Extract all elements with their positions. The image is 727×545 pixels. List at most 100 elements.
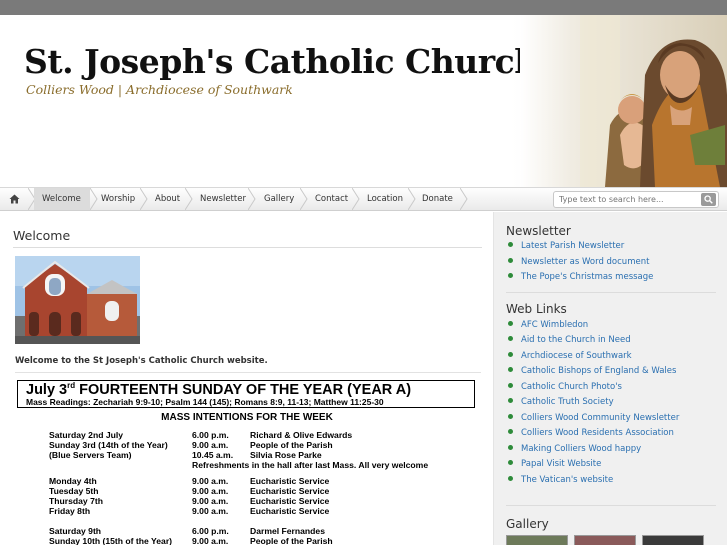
sidebar-link-label: The Vatican's website <box>521 475 614 485</box>
nav-separator-icon <box>248 188 256 210</box>
main-content: Welcome Welcome to the St Joseph's Catho… <box>13 222 482 545</box>
gallery-thumbnail[interactable] <box>642 535 704 545</box>
sidebar-link-label: Catholic Truth Society <box>521 397 614 407</box>
nav-welcome[interactable]: Welcome <box>34 188 90 210</box>
sidebar-link[interactable]: Colliers Wood Community Newsletter <box>508 413 679 423</box>
sidebar-link[interactable]: Newsletter as Word document <box>508 257 649 267</box>
bulletin-row-time: 9.00 a.m. <box>192 440 229 450</box>
bulletin-row-time: 9.00 a.m. <box>192 536 229 545</box>
bullet-icon <box>508 242 513 247</box>
bulletin-row-intention: Eucharistic Service <box>250 486 330 496</box>
sidebar-divider <box>506 292 716 293</box>
nav-about[interactable]: About <box>155 188 180 210</box>
bulletin-readings: Mass Readings: Zechariah 9:9-10; Psalm 1… <box>26 397 384 407</box>
bulletin-row-time: 9.00 a.m. <box>192 486 229 496</box>
bullet-icon <box>508 398 513 403</box>
bulletin-row-day: Saturday 2nd July <box>49 430 124 440</box>
bulletin-row-time: 10.45 a.m. <box>192 450 234 460</box>
bulletin-row-day: Thursday 7th <box>49 496 103 506</box>
bulletin-row-intention: Eucharistic Service <box>250 506 330 516</box>
sidebar-link-label: Colliers Wood Residents Association <box>521 428 674 438</box>
sidebar-link[interactable]: AFC Wimbledon <box>508 320 588 330</box>
page-title: Welcome <box>13 222 482 248</box>
nav-separator-icon <box>140 188 148 210</box>
church-photo[interactable] <box>15 256 140 344</box>
sidebar-link[interactable]: Papal Visit Website <box>508 459 601 469</box>
site-title[interactable]: St. Joseph's Catholic Church <box>24 42 538 81</box>
sidebar-link-label: Archdiocese of Southwark <box>521 351 632 361</box>
welcome-text: Welcome to the St Joseph's Catholic Chur… <box>15 356 268 366</box>
sidebar-link-label: Catholic Bishops of England & Wales <box>521 366 677 376</box>
bulletin-title-text: FOURTEENTH SUNDAY OF THE YEAR (YEAR A) <box>75 381 412 398</box>
bulletin-row-time: 9.00 a.m. <box>192 506 229 516</box>
sidebar-link[interactable]: Making Colliers Wood happy <box>508 444 641 454</box>
st-joseph-painting <box>520 15 727 187</box>
content-divider <box>15 372 481 373</box>
nav-worship[interactable]: Worship <box>101 188 135 210</box>
bullet-icon <box>508 273 513 278</box>
bullet-icon <box>508 429 513 434</box>
bullet-icon <box>508 445 513 450</box>
sidebar-link[interactable]: Colliers Wood Residents Association <box>508 428 674 438</box>
home-icon[interactable] <box>0 188 28 210</box>
nav-newsletter[interactable]: Newsletter <box>200 188 246 210</box>
bulletin-title-date: July 3 <box>26 381 68 398</box>
sidebar-link-label: Aid to the Church in Need <box>521 335 631 345</box>
bulletin-row-day: (Blue Servers Team) <box>49 450 132 460</box>
bulletin-title-sup: rd <box>67 381 76 390</box>
bulletin-row-intention: Richard & Olive Edwards <box>250 430 353 440</box>
sidebar-link-label: Latest Parish Newsletter <box>521 241 625 251</box>
sidebar-link-label: Newsletter as Word document <box>521 257 650 267</box>
parish-bulletin[interactable]: July 3rd FOURTEENTH SUNDAY OF THE YEAR (… <box>17 380 477 545</box>
bullet-icon <box>508 476 513 481</box>
bulletin-row-note: Refreshments in the hall after last Mass… <box>192 460 429 470</box>
sidebar-link[interactable]: The Vatican's website <box>508 475 613 485</box>
bullet-icon <box>508 352 513 357</box>
bullet-icon <box>508 336 513 341</box>
bulletin-row-time: 9.00 a.m. <box>192 476 229 486</box>
sidebar-link[interactable]: Latest Parish Newsletter <box>508 241 624 251</box>
sidebar-link[interactable]: Catholic Truth Society <box>508 397 614 407</box>
bulletin-row-day: Friday 8th <box>49 506 91 516</box>
nav-separator-icon <box>408 188 416 210</box>
bullet-icon <box>508 367 513 372</box>
nav-separator-icon <box>185 188 193 210</box>
nav-separator-icon <box>90 188 98 210</box>
nav-donate[interactable]: Donate <box>422 188 453 210</box>
sidebar-heading-newsletter: Newsletter <box>506 224 571 238</box>
sidebar-link-label: Catholic Church Photo's <box>521 382 622 392</box>
bullet-icon <box>508 321 513 326</box>
site-header: St. Joseph's Catholic Church Colliers Wo… <box>0 15 727 187</box>
nav-contact[interactable]: Contact <box>315 188 348 210</box>
search-input[interactable] <box>553 191 719 208</box>
bulletin-title-box: July 3rd FOURTEENTH SUNDAY OF THE YEAR (… <box>17 380 475 408</box>
gallery-thumbnail[interactable] <box>574 535 636 545</box>
bulletin-row-day: Sunday 10th (15th of the Year) <box>49 536 173 545</box>
nav-location[interactable]: Location <box>367 188 403 210</box>
search-icon[interactable] <box>701 193 716 206</box>
nav-gallery[interactable]: Gallery <box>264 188 294 210</box>
sidebar-link[interactable]: Catholic Church Photo's <box>508 382 622 392</box>
sidebar-heading-weblinks: Web Links <box>506 302 567 316</box>
sidebar-link[interactable]: Catholic Bishops of England & Wales <box>508 366 676 376</box>
nav-separator-icon <box>460 188 468 210</box>
bulletin-row-intention: Darmel Fernandes <box>250 526 325 536</box>
gallery-thumbnail[interactable] <box>506 535 568 545</box>
bulletin-row-day: Monday 4th <box>49 476 97 486</box>
sidebar-link[interactable]: Aid to the Church in Need <box>508 335 631 345</box>
bulletin-row-time: 6.00 p.m. <box>192 430 229 440</box>
bullet-icon <box>508 383 513 388</box>
sidebar-link-label: Colliers Wood Community Newsletter <box>521 413 680 423</box>
bulletin-title: July 3rd FOURTEENTH SUNDAY OF THE YEAR (… <box>26 381 411 398</box>
bulletin-row-intention: People of the Parish <box>250 440 333 450</box>
bulletin-row-day: Sunday 3rd (14th of the Year) <box>49 440 168 450</box>
bulletin-row-day: Saturday 9th <box>49 526 102 536</box>
main-nav: Welcome Worship About Newsletter Gallery… <box>0 187 727 211</box>
bulletin-row-day: Tuesday 5th <box>49 486 99 496</box>
sidebar-divider <box>506 505 716 506</box>
top-bar <box>0 0 727 15</box>
sidebar-link[interactable]: Archdiocese of Southwark <box>508 351 632 361</box>
site-subtitle: Colliers Wood | Archdiocese of Southwark <box>26 82 293 97</box>
intentions-heading: MASS INTENTIONS FOR THE WEEK <box>161 412 333 423</box>
sidebar-link[interactable]: The Pope's Christmas message <box>508 272 653 282</box>
